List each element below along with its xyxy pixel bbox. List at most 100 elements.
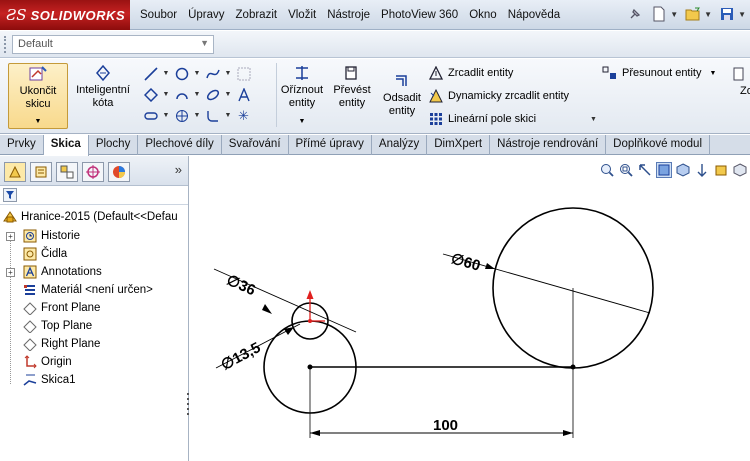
- slot-icon[interactable]: [142, 107, 159, 124]
- annotations-icon: [22, 264, 38, 280]
- linear-pattern-label: Lineární pole skici: [448, 113, 537, 125]
- point-icon[interactable]: ✳: [235, 107, 252, 124]
- tree-root-part[interactable]: Hranice-2015 (Default<<Defau: [2, 208, 178, 226]
- tree-item-annotations[interactable]: Annotations: [22, 263, 102, 281]
- menu-soubor[interactable]: Soubor: [140, 9, 177, 21]
- tree-item-history[interactable]: Historie: [22, 227, 80, 245]
- ellipse-dropdown-icon[interactable]: ▼: [224, 86, 232, 103]
- rectangle-dropdown-icon[interactable]: ▼: [162, 86, 170, 103]
- line-icon[interactable]: [142, 65, 159, 82]
- slot-dropdown-icon[interactable]: ▼: [162, 107, 170, 124]
- tree-item-sketch1[interactable]: Skica1: [22, 371, 76, 389]
- menu-nastroje[interactable]: Nástroje: [327, 9, 370, 21]
- dim-36-text[interactable]: ∅36: [224, 272, 258, 300]
- menu-photoview[interactable]: PhotoView 360: [381, 9, 458, 21]
- ellipse-icon[interactable]: [204, 86, 221, 103]
- repair-sketch-icon[interactable]: [730, 65, 747, 82]
- pin-icon[interactable]: [626, 5, 644, 23]
- tree-item-top-plane[interactable]: Top Plane: [22, 317, 92, 335]
- tab-addins[interactable]: Doplňkové modul: [606, 135, 710, 155]
- menu-vlozit[interactable]: Vložit: [288, 9, 316, 21]
- rectangle-icon[interactable]: [142, 86, 159, 103]
- convert-entities-button[interactable]: Převést entity: [330, 63, 374, 110]
- extra-toolbar: [730, 65, 747, 82]
- dim-100-text[interactable]: 100: [433, 417, 458, 434]
- tab-sketch[interactable]: Skica: [43, 135, 89, 156]
- circle-dropdown-icon[interactable]: ▼: [193, 65, 201, 82]
- line-dropdown-icon[interactable]: ▼: [162, 65, 170, 82]
- menu-upravy[interactable]: Úpravy: [188, 9, 224, 21]
- trim-dropdown-icon[interactable]: ▼: [299, 115, 306, 128]
- tree-item-right-plane[interactable]: Right Plane: [22, 335, 100, 353]
- tab-analysis[interactable]: Analýzy: [372, 135, 428, 155]
- exit-sketch-button[interactable]: Ukončit skicu ▼: [8, 63, 68, 129]
- save-icon[interactable]: [718, 5, 736, 23]
- tree-item-origin[interactable]: Origin: [22, 353, 72, 371]
- pattern-dropdown-icon[interactable]: ▼: [590, 116, 597, 123]
- tab-direct-editing[interactable]: Přímé úpravy: [289, 135, 372, 155]
- tab-render-tools[interactable]: Nástroje rendrování: [490, 135, 607, 155]
- linear-pattern-button[interactable]: Lineární pole skici: [428, 111, 536, 127]
- new-dropdown-icon[interactable]: ▼: [670, 10, 678, 19]
- property-manager-icon[interactable]: [30, 162, 52, 182]
- tree-item-sensors[interactable]: Čidla: [22, 245, 67, 263]
- polygon-dropdown-icon[interactable]: ▼: [193, 107, 201, 124]
- appearance-icon[interactable]: [108, 162, 130, 182]
- convert-label-2: entity: [338, 97, 366, 109]
- tree-item-front-plane[interactable]: Front Plane: [22, 299, 100, 317]
- dynamic-mirror-button[interactable]: Dynamicky zrcadlit entity: [428, 88, 569, 104]
- filter-icon[interactable]: [3, 188, 17, 202]
- trim-entities-button[interactable]: Oříznout entity ▼: [280, 63, 324, 128]
- tab-surfaces[interactable]: Plochy: [89, 135, 139, 155]
- configuration-manager-icon[interactable]: [56, 162, 78, 182]
- arc-icon[interactable]: [173, 86, 190, 103]
- trim-label-1: Oříznout: [280, 84, 324, 96]
- menu-zobrazit[interactable]: Zobrazit: [236, 9, 278, 21]
- offset-entities-button[interactable]: Odsadit entity: [380, 71, 424, 118]
- toolbar-grip[interactable]: [4, 36, 7, 53]
- arc-dropdown-icon[interactable]: ▼: [193, 86, 201, 103]
- dim-13-5-text[interactable]: ∅13,5: [218, 339, 263, 374]
- configuration-select[interactable]: Default ▼: [12, 35, 214, 54]
- move-dropdown-icon[interactable]: ▼: [710, 70, 717, 77]
- solidworks-logo[interactable]: ƧS SOLIDWORKS: [0, 0, 130, 30]
- dimxpert-icon[interactable]: [82, 162, 104, 182]
- menu-napoveda[interactable]: Nápověda: [508, 9, 560, 21]
- circle-icon[interactable]: [173, 65, 190, 82]
- tangent-point-right[interactable]: [570, 364, 576, 370]
- tree-item-material[interactable]: Materiál <není určen>: [22, 281, 153, 299]
- sketch-icon: [22, 372, 38, 388]
- tab-features[interactable]: Prvky: [0, 135, 44, 155]
- spline-dropdown-icon[interactable]: ▼: [224, 65, 232, 82]
- smart-dimension-button[interactable]: Inteligentní kóta: [72, 63, 134, 110]
- fillet-icon[interactable]: [204, 107, 221, 124]
- plane-icon: [22, 336, 38, 352]
- fillet-dropdown-icon[interactable]: ▼: [224, 107, 232, 124]
- dim-60-text[interactable]: ∅60: [449, 250, 482, 275]
- open-folder-icon[interactable]: [684, 5, 702, 23]
- tree-item-label: Top Plane: [41, 320, 93, 332]
- sketch-canvas[interactable]: ∅36 ∅13,5 ∅60 100: [190, 156, 750, 461]
- save-dropdown-icon[interactable]: ▼: [738, 10, 746, 19]
- exit-sketch-dropdown-icon[interactable]: ▼: [35, 115, 42, 128]
- move-entities-button[interactable]: Přesunout entity ▼: [602, 65, 716, 81]
- graphics-area[interactable]: ∅36 ∅13,5 ∅60 100: [190, 156, 750, 461]
- mirror-entities-button[interactable]: Zrcadlit entity: [428, 65, 513, 81]
- feature-manager-icon[interactable]: [4, 162, 26, 182]
- tab-sheet-metal[interactable]: Plechové díly: [138, 135, 222, 155]
- spline-icon[interactable]: [204, 65, 221, 82]
- tab-weldments[interactable]: Svařování: [222, 135, 289, 155]
- title-bar: ƧS SOLIDWORKS Soubor Úpravy Zobrazit Vlo…: [0, 0, 750, 30]
- text-icon[interactable]: [235, 86, 252, 103]
- tab-dimxpert[interactable]: DimXpert: [427, 135, 491, 155]
- menu-okno[interactable]: Okno: [469, 9, 497, 21]
- expand-annotations-icon[interactable]: +: [6, 268, 15, 277]
- tangent-point-left[interactable]: [307, 364, 313, 370]
- open-dropdown-icon[interactable]: ▼: [704, 10, 712, 19]
- dynamic-mirror-label: Dynamicky zrcadlit entity: [448, 90, 570, 102]
- new-document-icon[interactable]: [650, 5, 668, 23]
- construction-grid-icon[interactable]: [235, 65, 252, 82]
- expand-history-icon[interactable]: +: [6, 232, 15, 241]
- polygon-icon[interactable]: [173, 107, 190, 124]
- expand-panel-icon[interactable]: »: [175, 162, 182, 177]
